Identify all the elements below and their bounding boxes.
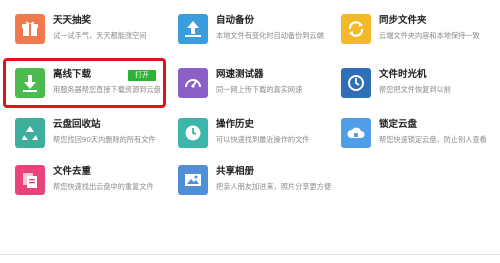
card-title: 锁定云盘: [379, 119, 418, 130]
card-lottery[interactable]: 天天抽奖 试一试手气，天天都能涨空间: [15, 14, 165, 54]
sync-icon: [341, 14, 371, 44]
card-desc: 同一网上传下载的真实网速: [216, 85, 303, 94]
card-auto-backup[interactable]: 自动备份 本地文件有变化时自动备份到云端: [178, 14, 328, 54]
card-title: 天天抽奖: [53, 15, 92, 26]
selection-highlight-frame: [3, 58, 166, 108]
gift-icon: [15, 14, 45, 44]
card-title: 云盘回收站: [53, 119, 101, 130]
card-sync-folder[interactable]: 同步文件夹 云端文件夹内容和本地保持一致: [341, 14, 491, 54]
card-desc: 把亲人朋友加进来，照片分享更方便: [216, 182, 332, 191]
card-recycle-bin[interactable]: 云盘回收站 帮您找回90天内删除的所有文件: [15, 118, 165, 158]
card-title: 文件去重: [53, 166, 92, 177]
tools-grid: 天天抽奖 试一试手气，天天都能涨空间 自动备份 本地文件有变化时自动备份到云端: [0, 0, 500, 263]
photo-album-icon: [178, 165, 208, 195]
card-desc: 帮您把文件恢复到以前: [379, 85, 451, 94]
divider: [0, 254, 500, 255]
card-title: 网速测试器: [216, 69, 264, 80]
time-machine-icon: [341, 68, 371, 98]
card-title: 同步文件夹: [379, 15, 427, 26]
card-desc: 帮您快速锁定云盘，防止别人查看: [379, 135, 487, 144]
upload-cloud-icon: [178, 14, 208, 44]
card-desc: 帮您快速找出云盘中的重复文件: [53, 182, 154, 191]
duplicate-files-icon: [15, 165, 45, 195]
card-lock-disk[interactable]: 锁定云盘 帮您快速锁定云盘，防止别人查看: [341, 118, 491, 158]
card-desc: 可以快速找到最近操作的文件: [216, 135, 310, 144]
clock-icon: [178, 118, 208, 148]
open-button[interactable]: 打开: [128, 70, 156, 81]
card-title: 操作历史: [216, 119, 255, 130]
card-desc: 试一试手气，天天都能涨空间: [53, 31, 147, 40]
card-title: 自动备份: [216, 15, 255, 26]
card-time-machine[interactable]: 文件时光机 帮您把文件恢复到以前: [341, 68, 491, 108]
card-shared-album[interactable]: 共享相册 把亲人朋友加进来，照片分享更方便: [178, 165, 332, 205]
card-title: 文件时光机: [379, 69, 427, 80]
card-title: 共享相册: [216, 166, 255, 177]
card-desc: 本地文件有变化时自动备份到云端: [216, 31, 324, 40]
card-desc: 帮您找回90天内删除的所有文件: [53, 135, 156, 144]
card-speed-test[interactable]: 网速测试器 同一网上传下载的真实网速: [178, 68, 328, 108]
card-desc: 云端文件夹内容和本地保持一致: [379, 31, 480, 40]
cloud-lock-icon: [341, 118, 371, 148]
speedometer-icon: [178, 68, 208, 98]
recycle-icon: [15, 118, 45, 148]
card-dedupe[interactable]: 文件去重 帮您快速找出云盘中的重复文件: [15, 165, 165, 205]
card-operation-history[interactable]: 操作历史 可以快速找到最近操作的文件: [178, 118, 328, 158]
